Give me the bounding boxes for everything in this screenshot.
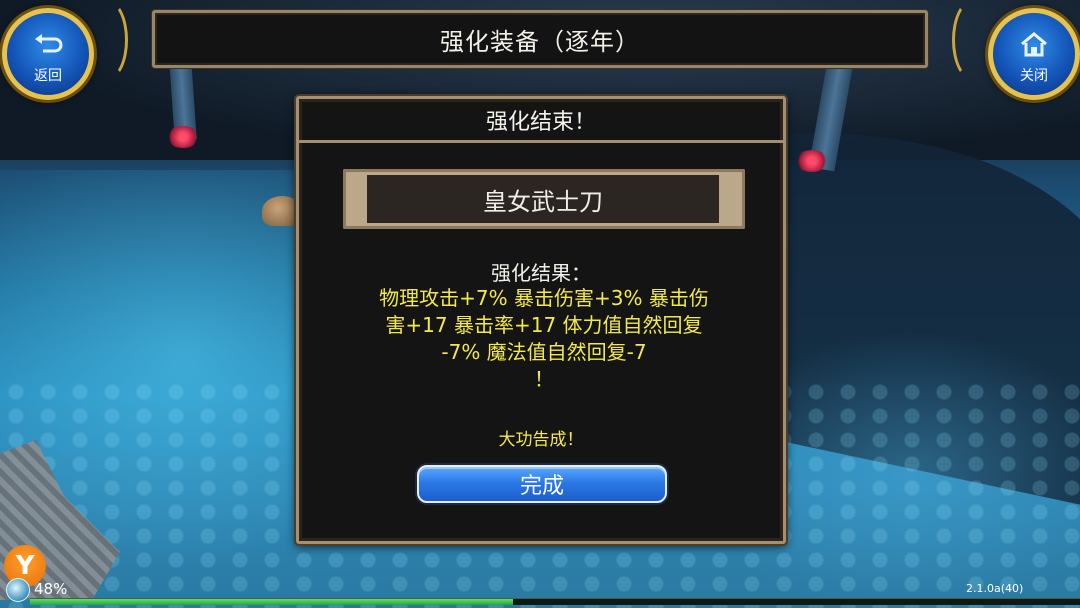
back-label: 返回 bbox=[34, 68, 62, 84]
page-title: 强化装备（逐年） bbox=[440, 27, 640, 56]
ornament-vine bbox=[952, 0, 992, 80]
experience-bar-fill bbox=[30, 599, 513, 605]
close-label: 关闭 bbox=[1020, 68, 1048, 84]
orb-icon bbox=[6, 578, 30, 602]
close-button[interactable]: 关闭 bbox=[988, 8, 1080, 100]
result-line: 害+17 暴击率+17 体力值自然回复 bbox=[385, 313, 703, 337]
result-line: -7% 魔法值自然回复-7 bbox=[441, 340, 647, 364]
result-line: 物理攻击+7% 暴击伤害+3% 暴击伤 bbox=[379, 286, 709, 310]
back-button[interactable]: 返回 bbox=[2, 8, 94, 100]
version-label: 2.1.0a(40) bbox=[966, 582, 1024, 595]
result-label: 强化结果： bbox=[491, 261, 591, 285]
enhance-result-dialog: 强化结束！ 皇女武士刀 强化结果： 物理攻击+7% 暴击伤害+3% 暴击伤 害+… bbox=[296, 96, 786, 544]
result-line: ！ bbox=[534, 367, 554, 391]
title-bar: 强化装备（逐年） bbox=[152, 10, 928, 68]
success-message: 大功告成！ bbox=[498, 430, 584, 450]
home-icon bbox=[993, 31, 1075, 62]
done-button[interactable]: 完成 bbox=[417, 465, 667, 503]
experience-bar bbox=[30, 598, 1080, 605]
item-name: 皇女武士刀 bbox=[367, 175, 719, 223]
return-arrow-icon bbox=[7, 31, 89, 60]
result-stats: 物理攻击+7% 暴击伤害+3% 暴击伤 害+17 暴击率+17 体力值自然回复 … bbox=[319, 285, 769, 393]
dialog-title: 强化结束！ bbox=[299, 99, 783, 143]
battery-level: 48% bbox=[34, 580, 68, 598]
item-name-plate: 皇女武士刀 bbox=[343, 169, 745, 229]
ornament-vine bbox=[88, 0, 128, 80]
